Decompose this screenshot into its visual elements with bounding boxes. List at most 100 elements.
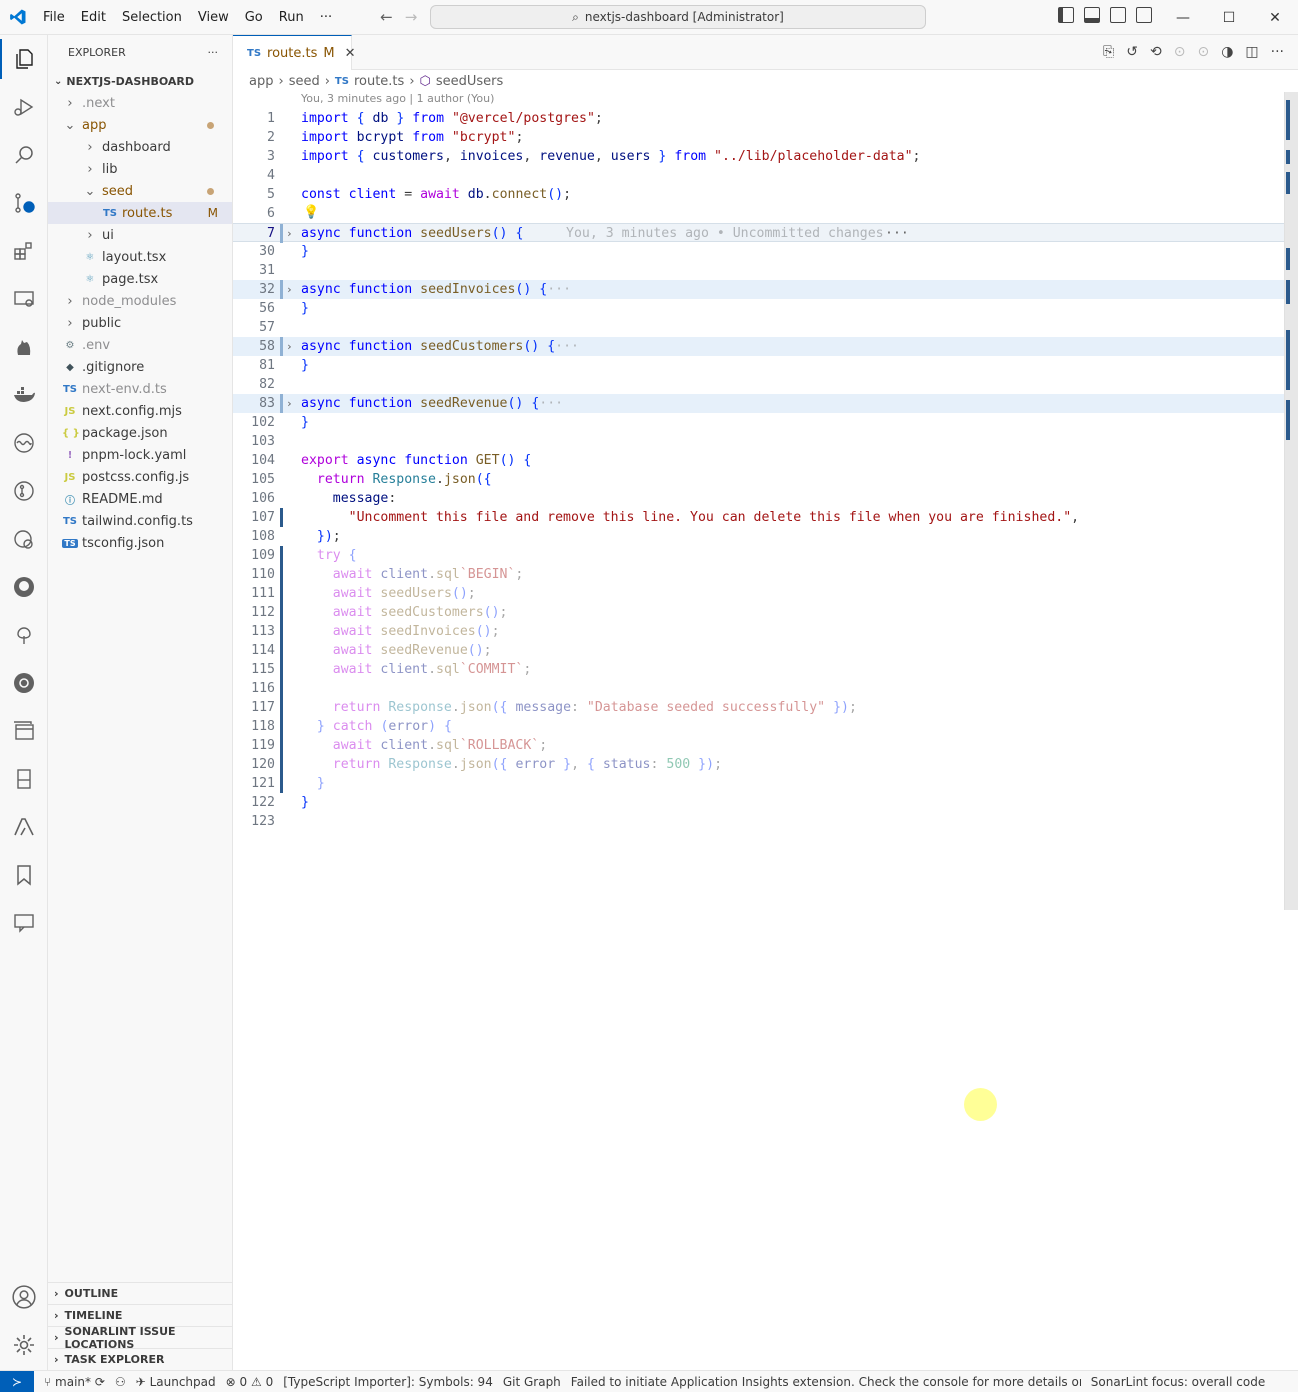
git-graph-icon[interactable] [0,471,48,511]
tree-item[interactable]: ◆ .gitignore [48,356,232,378]
settings-gear-icon[interactable] [0,1325,48,1365]
fold-chevron-icon[interactable]: › [286,224,293,243]
code-line[interactable]: 83 › async function seedRevenue() {··· [233,394,1285,413]
tree-item[interactable]: › .next [48,92,232,114]
code-line[interactable]: 3 import { customers, invoices, revenue, … [233,147,1285,166]
breadcrumb-item[interactable]: seed [289,74,320,89]
code-line[interactable]: 114 await seedRevenue(); [233,641,1285,660]
code-line[interactable]: 105 return Response.json({ [233,470,1285,489]
explorer-icon[interactable] [0,39,48,79]
command-center[interactable]: ⌕ nextjs-dashboard [Administrator] [430,5,926,29]
lightbulb-icon[interactable]: 💡 [303,203,319,222]
run-debug-icon[interactable] [0,87,48,127]
code-line[interactable]: 121 } [233,774,1285,793]
code-line[interactable]: 56} [233,299,1285,318]
task-explorer-icon[interactable] [0,711,48,751]
code-line[interactable]: 4 [233,166,1285,185]
extensions-icon[interactable] [0,231,48,271]
tree-item[interactable]: ⚛ page.tsx [48,268,232,290]
code-line[interactable]: 119 await client.sql`ROLLBACK`; [233,736,1285,755]
breadcrumb-item[interactable]: seedUsers [436,74,503,89]
remote-explorer-icon[interactable] [0,279,48,319]
menu-item[interactable]: Selection [114,0,190,35]
fold-chevron-icon[interactable]: › [286,337,293,356]
code-line[interactable]: 103 [233,432,1285,451]
timeline-history-icon[interactable]: ↺ [1126,44,1138,60]
customize-layout-icon[interactable] [1136,7,1152,23]
tree-item[interactable]: ⚙ .env [48,334,232,356]
code-line[interactable]: 108 }); [233,527,1285,546]
tree-item[interactable]: ⓘ README.md [48,488,232,510]
task-explorer-section[interactable]: › TASK EXPLORER [48,1348,232,1370]
code-line[interactable]: 81} [233,356,1285,375]
live-share-icon[interactable] [0,903,48,943]
timeline-section[interactable]: › TIMELINE [48,1304,232,1326]
maximize-icon[interactable]: ☐ [1206,0,1252,35]
source-control-icon[interactable] [0,183,48,223]
more-actions-icon[interactable]: ··· [1271,44,1284,60]
sonarlint-issue-locations-section[interactable]: › SONARLINT ISSUE LOCATIONS [48,1325,232,1351]
tree-item[interactable]: ⚛ layout.tsx [48,246,232,268]
tree-item[interactable]: › node_modules [48,290,232,312]
tree-item[interactable]: { } package.json [48,422,232,444]
fold-chevron-icon[interactable]: › [286,280,293,299]
code-line[interactable]: 111 await seedUsers(); [233,584,1285,603]
menu-item[interactable]: Go [237,0,271,35]
minimize-icon[interactable]: — [1160,0,1206,35]
launchpad-status[interactable]: ✈ Launchpad [136,1375,216,1389]
breadcrumb-item[interactable]: route.ts [354,74,404,89]
forward-arrow-icon[interactable]: → [405,8,418,26]
wave-monitor-icon[interactable] [0,423,48,463]
branch-status[interactable]: ⑂ main* ⟳ [44,1375,105,1389]
code-editor[interactable]: You, 3 minutes ago | 1 author (You) 1 imp… [233,92,1298,1370]
next-change-icon[interactable]: ⊙ [1197,44,1209,60]
workspace-root[interactable]: ⌄ NEXTJS-DASHBOARD [48,70,232,92]
outline-section[interactable]: › OUTLINE [48,1282,232,1304]
fold-chevron-icon[interactable]: › [286,394,293,413]
code-line[interactable]: 116 [233,679,1285,698]
code-line[interactable]: 57 [233,318,1285,337]
sonarlint-icon[interactable] [0,615,48,655]
sonarlint-status[interactable]: SonarLint focus: overall code [1091,1375,1265,1389]
breadcrumb-item[interactable]: app [249,74,273,89]
code-line[interactable]: 30} [233,242,1285,261]
tree-item[interactable]: JS postcss.config.js [48,466,232,488]
app-insights-status[interactable]: Failed to initiate Application Insights … [571,1375,1081,1389]
code-line[interactable]: 82 [233,375,1285,394]
code-line[interactable]: 109 try { [233,546,1285,565]
close-tab-icon[interactable]: ✕ [345,46,356,61]
github-icon[interactable] [0,567,48,607]
back-arrow-icon[interactable]: ← [380,8,393,26]
azure-icon[interactable] [0,807,48,847]
problems-status[interactable]: ⊗ 0 ⚠ 0 [226,1375,274,1389]
gitlens-inspect-icon[interactable]: ◑ [1221,44,1233,60]
tree-item[interactable]: ! pnpm-lock.yaml [48,444,232,466]
codelens-blame[interactable]: You, 3 minutes ago | 1 author (You) [301,92,494,109]
menu-item[interactable]: Edit [73,0,114,35]
bookmark-icon[interactable] [0,855,48,895]
toggle-panel-icon[interactable] [1084,7,1100,23]
toggle-secondary-sidebar-icon[interactable] [1110,7,1126,23]
code-line[interactable]: 107 "Uncomment this file and remove this… [233,508,1285,527]
code-line[interactable]: 31 [233,261,1285,280]
tree-item[interactable]: JS next.config.mjs [48,400,232,422]
editor-scrollbar[interactable] [1284,92,1298,910]
remote-indicator-icon[interactable]: ≻ [0,1370,34,1392]
toggle-primary-sidebar-icon[interactable] [1058,7,1074,23]
code-line[interactable]: 2 import bcrypt from "bcrypt"; [233,128,1285,147]
tree-item[interactable]: TS route.ts M [48,202,232,224]
more-icon[interactable]: ··· [885,224,909,243]
notebook-icon[interactable] [0,759,48,799]
code-line[interactable]: 123 [233,812,1285,831]
tree-item[interactable]: › ui [48,224,232,246]
code-line[interactable]: 117 return Response.json({ message: "Dat… [233,698,1285,717]
tree-item[interactable]: TS next-env.d.ts [48,378,232,400]
code-line[interactable]: 112 await seedCustomers(); [233,603,1285,622]
code-line[interactable]: 5 const client = await db.connect(); [233,185,1285,204]
tree-item[interactable]: ⌄ seed [48,180,232,202]
tab-route-ts[interactable]: TS route.ts M ✕ [233,35,356,70]
code-line[interactable]: 6 💡 [233,204,1285,223]
accounts-icon[interactable] [0,1277,48,1317]
close-icon[interactable]: ✕ [1252,0,1298,35]
code-line[interactable]: 32 › async function seedInvoices() {··· [233,280,1285,299]
